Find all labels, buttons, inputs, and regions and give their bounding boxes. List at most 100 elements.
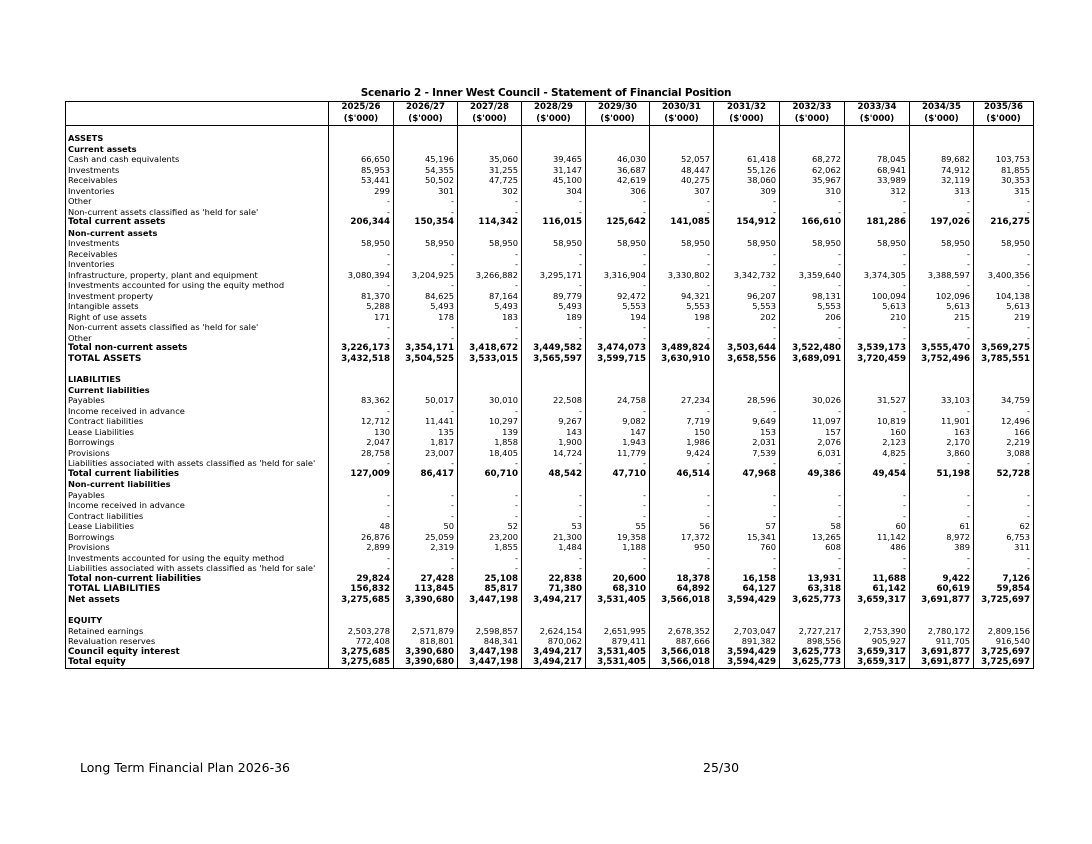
value-cell: 58,950 (973, 238, 1034, 249)
value-cell: - (393, 259, 458, 270)
value-cell (328, 374, 394, 385)
value-cell: 36,687 (585, 164, 650, 175)
value-cell: 21,300 (521, 531, 586, 542)
value-cell: 85,953 (328, 164, 394, 175)
value-cell: 157 (779, 426, 845, 437)
value-cell (649, 125, 714, 133)
table-row: Investments 58,950 58,950 58,950 58,950 58,95… (66, 238, 1034, 249)
financial-position-table: 2025/26 2026/27 2027/28 2028/29 2029/30 2030/… (65, 101, 1034, 669)
value-cell: 52,057 (649, 154, 714, 165)
value-cell: 64,127 (713, 584, 780, 595)
value-cell (585, 479, 650, 490)
value-cell: 3,447,198 (457, 657, 522, 669)
value-cell (973, 125, 1034, 133)
value-cell (649, 384, 714, 395)
value-cell: 3,566,018 (649, 646, 714, 657)
value-cell: 3,266,882 (457, 269, 522, 280)
value-cell: 210 (844, 311, 910, 322)
row-label: Current assets (68, 143, 137, 154)
value-cell: 84,625 (393, 290, 458, 301)
value-cell: 3,447,198 (457, 594, 522, 605)
spacer-row (66, 125, 1034, 133)
row-label: Revaluation reserves (68, 636, 156, 646)
value-cell: 2,651,995 (585, 625, 650, 636)
value-cell: - (779, 280, 845, 291)
value-cell: 3,691,877 (909, 594, 974, 605)
value-cell: 54,355 (393, 164, 458, 175)
value-cell: 7,539 (713, 447, 780, 458)
year-header: 2029/30 (585, 101, 650, 114)
value-cell: 163 (909, 426, 974, 437)
value-cell: 58,950 (713, 238, 780, 249)
value-cell: 89,682 (909, 154, 974, 165)
value-cell (649, 143, 714, 154)
value-cell: - (457, 322, 522, 333)
value-cell: 9,422 (909, 573, 974, 584)
value-cell: - (713, 552, 780, 563)
value-cell: 74,912 (909, 164, 974, 175)
row-label: Provisions (68, 542, 110, 552)
value-cell: - (393, 563, 458, 574)
value-cell: 3,400,356 (973, 269, 1034, 280)
unit-header: ($'000) (649, 113, 714, 126)
value-cell (393, 479, 458, 490)
value-cell (393, 143, 458, 154)
value-cell: 171 (328, 311, 394, 322)
value-cell: 31,527 (844, 395, 910, 406)
table-row: Contract liabilities - - - - - - - - - - - (66, 510, 1034, 521)
value-cell: - (393, 500, 458, 511)
value-cell: - (779, 248, 845, 259)
value-cell: 1,986 (649, 437, 714, 448)
value-cell: - (457, 510, 522, 521)
value-cell (328, 227, 394, 238)
value-cell: 3,449,582 (521, 343, 586, 354)
value-cell (713, 227, 780, 238)
unit-header-row: ($'000) ($'000) ($'000) ($'000) ($'000) ($'00… (65, 113, 1034, 126)
section-heading-row: ASSETS (66, 133, 1034, 144)
value-cell: 31,255 (457, 164, 522, 175)
value-cell: 45,196 (393, 154, 458, 165)
row-label: Total equity (65, 657, 329, 669)
value-cell: 11,688 (844, 573, 910, 584)
value-cell: 58,950 (649, 238, 714, 249)
value-cell: 3,594,429 (713, 646, 780, 657)
value-cell (909, 479, 974, 490)
value-cell (328, 615, 394, 626)
value-cell: 94,321 (649, 290, 714, 301)
value-cell: 11,779 (585, 447, 650, 458)
value-cell: 870,062 (521, 636, 586, 647)
value-cell: 2,219 (973, 437, 1034, 448)
value-cell: 60 (844, 521, 910, 532)
value-cell: 181,286 (844, 217, 910, 228)
value-cell: 53 (521, 521, 586, 532)
value-cell: 772,408 (328, 636, 394, 647)
value-cell: - (457, 332, 522, 343)
value-cell: - (457, 206, 522, 217)
value-cell: - (521, 458, 586, 469)
row-label: Non-current assets classified as 'held f… (68, 206, 259, 217)
value-cell: 3,494,217 (521, 594, 586, 605)
value-cell: 3,659,317 (844, 594, 910, 605)
value-cell: 3,691,877 (909, 657, 974, 669)
value-cell: 15,341 (713, 531, 780, 542)
value-cell: - (521, 510, 586, 521)
value-cell: - (844, 322, 910, 333)
row-label: Income received in advance (68, 500, 185, 510)
value-cell: - (457, 280, 522, 291)
value-cell (779, 227, 845, 238)
value-cell: - (713, 248, 780, 259)
value-cell: 818,801 (393, 636, 458, 647)
value-cell: 311 (973, 542, 1034, 553)
value-cell: - (973, 248, 1034, 259)
value-cell: 310 (779, 185, 845, 196)
row-label: Infrastructure, property, plant and equi… (68, 269, 258, 280)
value-cell: - (779, 405, 845, 416)
value-cell: 4,825 (844, 447, 910, 458)
value-cell: 3,354,171 (393, 343, 458, 354)
value-cell: 150,354 (393, 217, 458, 228)
value-cell: 28,758 (328, 447, 394, 458)
value-cell (585, 374, 650, 385)
value-cell: 2,598,857 (457, 625, 522, 636)
row-label: Non-current assets classified as 'held f… (68, 322, 259, 332)
row-label: Other (68, 332, 92, 343)
